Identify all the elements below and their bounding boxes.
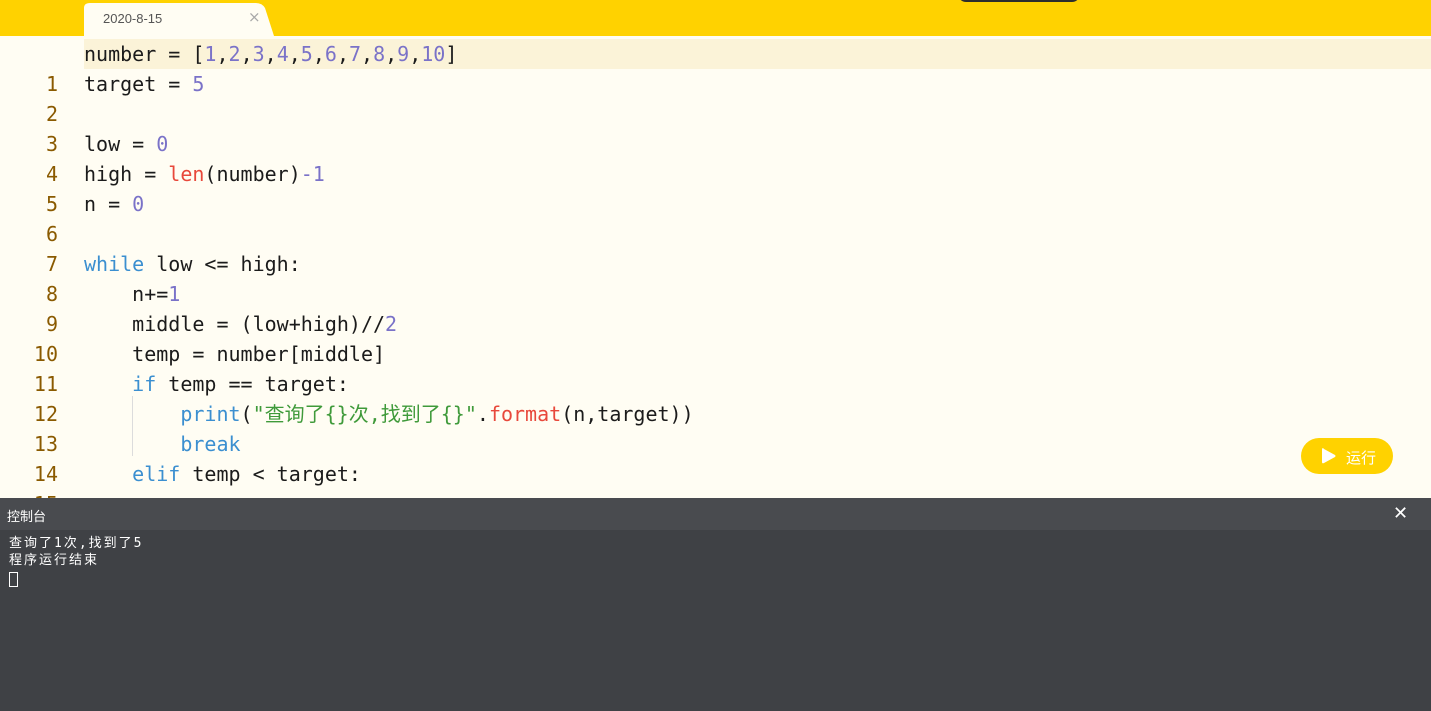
console-title: 控制台 bbox=[7, 510, 47, 525]
code-text: temp = number[middle] bbox=[84, 342, 386, 366]
code-line: 2 target = 5 bbox=[0, 69, 204, 126]
floating-widget-edge bbox=[958, 0, 1080, 2]
code-text: elif temp < target: bbox=[132, 462, 361, 486]
code-line: 11 temp = number[middle] bbox=[0, 339, 385, 396]
line-number: 15 bbox=[0, 489, 58, 498]
console-output-line: 程序运行结束 bbox=[9, 553, 100, 568]
code-line: 9 n+=1 bbox=[0, 279, 180, 336]
tab-close-icon[interactable]: × bbox=[248, 8, 261, 26]
code-text: if temp == target: bbox=[132, 372, 349, 396]
code-text: break bbox=[180, 432, 241, 456]
console-output-line: 查询了1次,找到了5 bbox=[9, 536, 144, 551]
console-panel: 控制台 ✕ 查询了1次,找到了5 程序运行结束 bbox=[0, 498, 1431, 711]
tab-file[interactable]: 2020-8-15 × bbox=[84, 0, 274, 36]
code-line: 15 elif temp < target: bbox=[0, 459, 361, 498]
code-line: 8 while low <= high: bbox=[0, 249, 301, 306]
code-text: n+=1 bbox=[84, 282, 181, 306]
code-text: target = 5 bbox=[84, 72, 205, 96]
terminal-cursor bbox=[9, 572, 18, 587]
code-line: 10 middle = (low+high)//2 bbox=[0, 309, 397, 366]
code-text: n = 0 bbox=[84, 192, 145, 216]
run-button-label: 运行 bbox=[1346, 449, 1377, 467]
tab-bar: 2020-8-15 × bbox=[0, 0, 1431, 36]
code-text: while low <= high: bbox=[84, 252, 301, 276]
code-line: 6 n = 0 bbox=[0, 189, 144, 246]
code-line: 1 number = [1,2,3,4,5,6,7,8,9,10] bbox=[0, 39, 457, 96]
console-output[interactable]: 查询了1次,找到了5 程序运行结束 bbox=[0, 530, 1431, 711]
code-text: print("查询了{}次,找到了{}".format(n,target)) bbox=[180, 402, 694, 426]
tab-bar-spacer bbox=[0, 0, 84, 36]
code-text: high = len(number)-1 bbox=[84, 162, 325, 186]
code-line: 12 if temp == target: bbox=[0, 369, 349, 426]
code-text: number = [1,2,3,4,5,6,7,8,9,10] bbox=[84, 42, 458, 66]
code-line: 13 print("查询了{}次,找到了{}".format(n,target)… bbox=[0, 399, 694, 456]
code-editor[interactable]: 1 number = [1,2,3,4,5,6,7,8,9,10] 2 targ… bbox=[0, 36, 1431, 498]
console-header: 控制台 ✕ bbox=[0, 498, 1431, 530]
play-icon bbox=[1322, 448, 1336, 464]
code-line: 3 bbox=[0, 99, 58, 156]
run-button[interactable]: 运行 bbox=[1301, 438, 1393, 474]
code-line: 4 low = 0 bbox=[0, 129, 168, 186]
code-line: 14 break bbox=[0, 429, 241, 486]
console-close-icon[interactable]: ✕ bbox=[1393, 503, 1408, 524]
code-text: low = 0 bbox=[84, 132, 169, 156]
code-text: middle = (low+high)//2 bbox=[84, 312, 398, 336]
code-line: 5 high = len(number)-1 bbox=[0, 159, 325, 216]
tab-title: 2020-8-15 bbox=[103, 11, 163, 26]
code-line: 7 bbox=[0, 219, 58, 276]
